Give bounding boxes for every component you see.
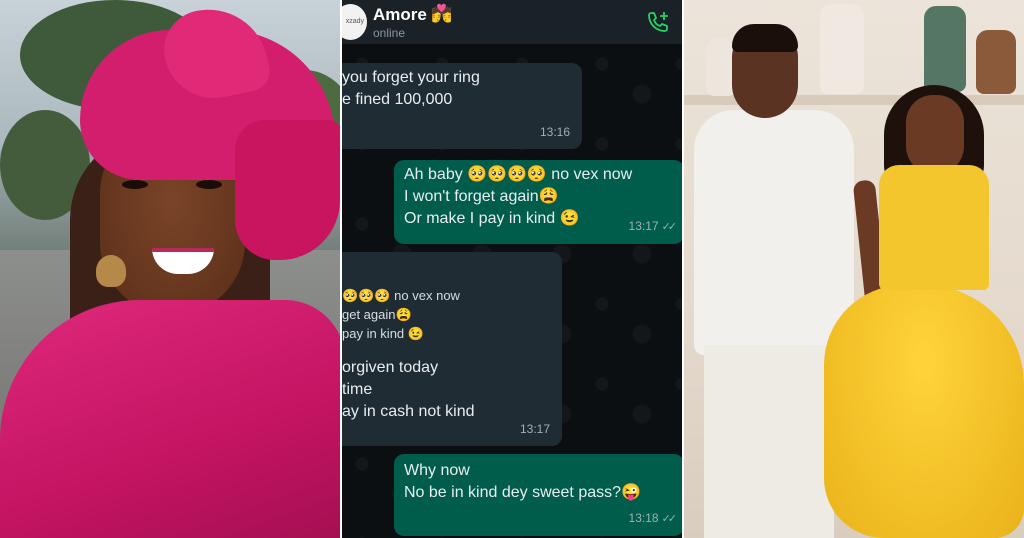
pink-top (0, 300, 340, 538)
contact-avatar[interactable]: xzady (342, 4, 367, 40)
contact-status: online (373, 26, 406, 40)
contact-name[interactable]: Amore (373, 5, 427, 25)
quoted-message[interactable]: 🥺🥺🥺 no vex now get again😩 pay in kind 😉 (342, 286, 562, 343)
vase (924, 6, 966, 92)
message-time: 13:17 (628, 219, 659, 233)
message-text: e fined 100,000 (342, 91, 453, 108)
woman-head (906, 95, 964, 175)
message-time: 13:18 (628, 511, 659, 525)
vase (976, 30, 1016, 94)
man-white-shirt (694, 110, 854, 355)
yellow-crop-top (879, 165, 989, 290)
quoted-text: get again😩 (342, 307, 412, 322)
quoted-text: 🥺🥺🥺 no vex now (342, 288, 460, 303)
double-check-icon: ✓✓ (661, 221, 678, 233)
chat-header[interactable]: xzady Amore 💏 online (342, 0, 682, 44)
message-bubble-outgoing[interactable]: Why now No be in kind dey sweet pass?😜 1… (394, 454, 682, 536)
man-hair (732, 24, 798, 52)
message-bubble-outgoing[interactable]: Ah baby 🥺🥺🥺🥺 no vex now I won't forget a… (394, 160, 682, 244)
message-text: you forget your ring (342, 69, 480, 86)
message-time: 13:17 (519, 422, 550, 436)
add-call-icon[interactable] (646, 10, 670, 34)
message-time: 13:16 (539, 125, 570, 139)
message-text: Why now (404, 462, 470, 479)
quoted-text: pay in kind 😉 (342, 326, 424, 341)
message-text: No be in kind dey sweet pass?😜 (404, 484, 641, 501)
message-time-with-read-receipt: 13:18 ✓✓ (628, 507, 678, 530)
eye (196, 180, 222, 189)
chat-screenshot: xzady Amore 💏 online you forget your rin… (342, 0, 682, 538)
message-bubble-incoming[interactable]: you forget your ring e fined 100,000 13:… (342, 63, 582, 149)
man-white-trousers (704, 345, 834, 538)
message-text: time (342, 381, 373, 398)
message-text: I won't forget again😩 (404, 188, 559, 205)
reply-body: orgiven today time ay in cash not kind (342, 357, 562, 423)
left-photo-woman-pink-headwrap (0, 0, 340, 538)
contact-name-emoji: 💏 (431, 4, 453, 23)
message-text: Ah baby 🥺🥺🥺🥺 no vex now (404, 166, 633, 183)
headwrap-tail (235, 120, 340, 260)
yellow-skirt (824, 285, 1024, 538)
right-photo-couple (684, 0, 1024, 538)
vase (820, 4, 864, 94)
earring (96, 255, 126, 287)
double-check-icon: ✓✓ (661, 513, 678, 525)
message-text: orgiven today (342, 359, 439, 376)
eye (122, 180, 148, 189)
message-bubble-incoming-reply[interactable]: 🥺🥺🥺 no vex now get again😩 pay in kind 😉 … (342, 252, 562, 446)
message-time-with-read-receipt: 13:17 ✓✓ (628, 215, 678, 238)
